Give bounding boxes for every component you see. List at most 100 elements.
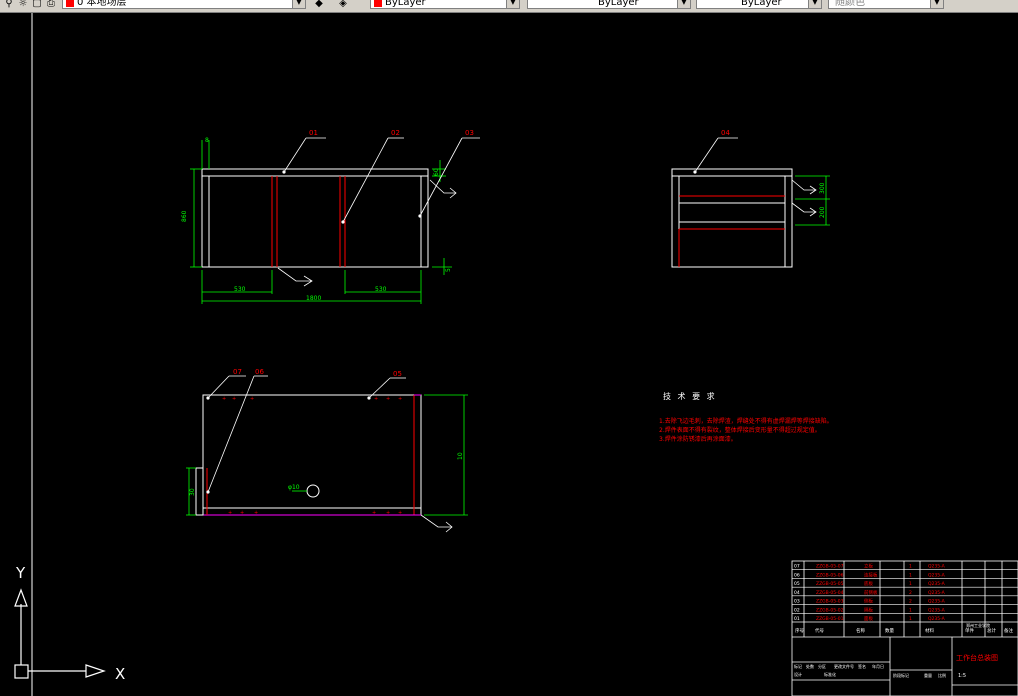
parts-cell-material: Q235-A (928, 564, 946, 570)
header-material: 材料 (925, 627, 934, 634)
sign-weight: 重量 (924, 672, 932, 678)
parts-cell-code: ZZGB-05-05 (816, 581, 844, 587)
title-block: 07 ZZGB-05-07 立板 1 Q235-A 06 ZZGB-05-06 连接板 1 Q23… (791, 560, 1018, 696)
design-row: 标记 处数 分区 更改文件号 签名 年月日 (794, 663, 884, 669)
make-current-icon[interactable]: ◆ (312, 0, 326, 11)
balloon-03: 03 (465, 129, 474, 137)
lineweight-value: ByLayer (741, 0, 782, 8)
bottom-view-balloons: 07 06 05 (233, 368, 402, 378)
top-view-balloons: 01 02 03 (309, 129, 474, 137)
layer-dropdown[interactable]: 0 本地场层 ▼ (62, 0, 306, 9)
parts-cell-code: ZZGB-05-03 (816, 599, 844, 605)
parts-cell-code: ZZGB-05-04 (816, 590, 844, 596)
design-mark: 标记 (794, 663, 802, 669)
sun-icon[interactable]: ☼ (16, 0, 30, 11)
bottom-view-leaders (206, 375, 453, 533)
color-dropdown[interactable]: ByLayer ▼ (370, 0, 520, 9)
parts-cell-name: 立板 (864, 563, 873, 570)
sign-stage: 阶段标记 (893, 672, 909, 678)
parts-cell-name: 隔板 (864, 606, 873, 613)
plotstyle-dropdown[interactable]: 随颜色 ▼ (828, 0, 944, 9)
dim-left-height: 30 (189, 488, 196, 496)
color-value: ByLayer (385, 0, 426, 8)
parts-cell-code: ZZGB-05-07 (816, 564, 844, 570)
properties-toolbar: ⚲ ☼ ▢ ⎙ 0 本地场层 ▼ ◆ ◈ ByLayer ▼ ByLayer ▼… (0, 0, 1018, 13)
parts-cell-material: Q235-A (928, 616, 946, 622)
note-line-2: 2.焊件表面不得有裂纹，整体焊接后变形量不得超过规定值。 (659, 426, 821, 434)
svg-text:+: + (386, 510, 390, 516)
sign-design: 设计 (794, 671, 802, 677)
weld-marks: + + + + + + + + + + + + (222, 396, 402, 516)
linetype-dropdown[interactable]: ByLayer ▼ (527, 0, 691, 9)
parts-cell-qty: 1 (909, 616, 912, 622)
parts-cell-material: Q235-A (928, 607, 946, 613)
note-line-1: 1.去除飞边毛刺，去除焊渣，焊缝处不得有虚焊漏焊等焊接缺陷。 (659, 417, 833, 425)
chevron-down-icon[interactable]: ▼ (808, 0, 821, 8)
parts-cell-code: ZZGB-05-06 (816, 572, 844, 578)
parts-cell-no: 05 (794, 581, 800, 587)
parts-cell-no: 02 (794, 607, 800, 613)
company-name: 郑州工业学院 (966, 622, 990, 628)
notes-title: 技 术 要 求 (663, 391, 717, 401)
side-view-outline (671, 168, 793, 268)
sign-row: 设计 标准化 阶段标记 重量 比例 (794, 671, 946, 678)
side-view (671, 168, 793, 268)
parts-cell-qty: 1 (909, 564, 912, 570)
bottom-view (195, 394, 422, 516)
plot-icon[interactable]: ⎙ (44, 0, 58, 11)
header-code: 代号 (815, 627, 824, 634)
parts-cell-code: ZZGB-05-01 (816, 616, 844, 622)
hole (306, 484, 320, 498)
dim-right-bottom: 5 (445, 268, 452, 272)
parts-cell-material: Q235-A (928, 599, 946, 605)
layer-previous-icon[interactable]: ◈ (336, 0, 350, 11)
svg-text:+: + (228, 510, 232, 516)
parts-cell-material: Q235-A (928, 581, 946, 587)
chevron-down-icon[interactable]: ▼ (292, 0, 305, 8)
parts-cell-qty: 1 (909, 607, 912, 613)
chevron-down-icon[interactable]: ▼ (930, 0, 943, 8)
bottom-view-dimensions (186, 394, 468, 516)
header-remark: 备注 (1004, 627, 1013, 634)
dim-lower: 200 (819, 206, 826, 218)
layer-state-icon[interactable]: ⚲ (2, 0, 16, 11)
balloon-04: 04 (721, 129, 730, 137)
dim-top-offset: 8 (205, 137, 209, 144)
note-line-3: 3.焊件涂防锈漆后再涂面漆。 (659, 435, 737, 443)
top-view-dim-labels: 860 8 530 530 1800 60 5 (181, 137, 452, 302)
header-name: 名称 (856, 627, 865, 634)
scale-value: 1:5 (958, 673, 966, 679)
layer-color-swatch (66, 0, 74, 7)
balloon-02: 02 (391, 129, 400, 137)
linetype-value: ByLayer (598, 0, 639, 8)
header-unit: 单件 (965, 627, 974, 634)
lock-icon[interactable]: ▢ (30, 0, 44, 11)
svg-text:+: + (398, 396, 402, 402)
plotstyle-value: 随颜色 (835, 0, 865, 8)
chevron-down-icon[interactable]: ▼ (506, 0, 519, 8)
parts-cell-qty: 2 (909, 599, 912, 605)
parts-cell-no: 07 (794, 564, 800, 570)
top-view-leaders (277, 137, 480, 287)
lineweight-dropdown[interactable]: ByLayer ▼ (696, 0, 822, 9)
balloon-05: 05 (393, 370, 402, 378)
svg-text:+: + (372, 510, 376, 516)
chevron-down-icon[interactable]: ▼ (677, 0, 690, 8)
svg-text:+: + (386, 396, 390, 402)
design-sign: 签名 (858, 663, 866, 669)
header-total: 总计 (987, 627, 996, 634)
bottom-view-dim-labels: 10 φ10 30 (189, 452, 464, 496)
design-count: 处数 (806, 663, 814, 669)
side-view-leaders (693, 137, 817, 217)
drawing-canvas[interactable]: 860 8 530 530 1800 60 5 01 02 03 300 200… (0, 13, 1018, 696)
balloon-07: 07 (233, 368, 242, 376)
parts-cell-material: Q235-A (928, 572, 946, 578)
sign-scale: 比例 (938, 672, 946, 678)
parts-cell-name: 前侧板 (864, 589, 878, 596)
dim-total-width: 1800 (306, 295, 321, 302)
parts-cell-no: 03 (794, 599, 800, 605)
sign-standard: 标准化 (824, 671, 836, 677)
top-view (201, 168, 429, 268)
svg-text:+: + (254, 510, 258, 516)
svg-text:+: + (232, 396, 236, 402)
